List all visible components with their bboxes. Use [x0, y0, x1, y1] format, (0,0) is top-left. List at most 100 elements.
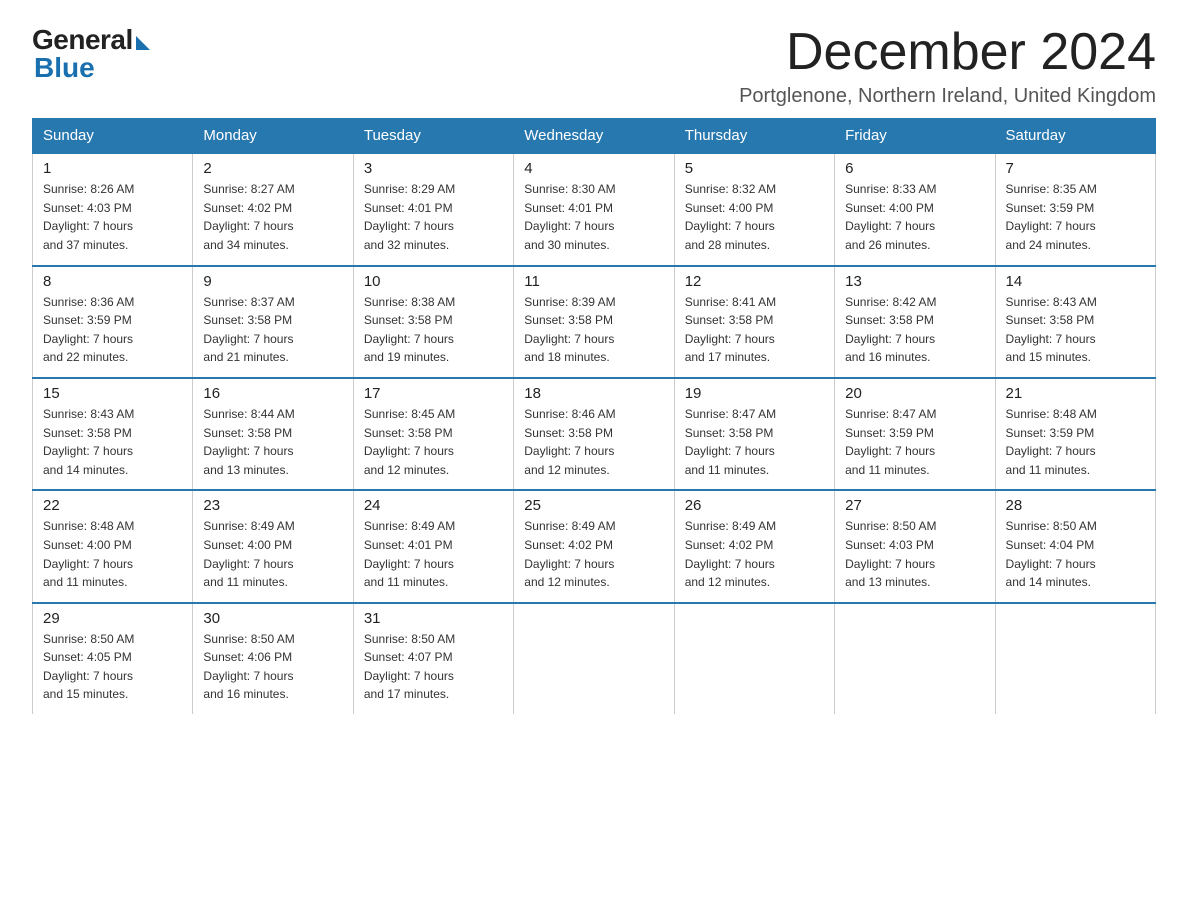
calendar-cell: 26Sunrise: 8:49 AMSunset: 4:02 PMDayligh…	[674, 490, 834, 602]
calendar-cell: 13Sunrise: 8:42 AMSunset: 3:58 PMDayligh…	[835, 266, 995, 378]
page-header: General Blue December 2024 Portglenone, …	[32, 24, 1156, 108]
day-number: 10	[364, 273, 503, 290]
day-number: 17	[364, 385, 503, 402]
weekday-header-monday: Monday	[193, 119, 353, 154]
weekday-header-row: SundayMondayTuesdayWednesdayThursdayFrid…	[33, 119, 1156, 154]
day-number: 15	[43, 385, 182, 402]
title-block: December 2024 Portglenone, Northern Irel…	[739, 24, 1156, 108]
calendar-cell: 11Sunrise: 8:39 AMSunset: 3:58 PMDayligh…	[514, 266, 674, 378]
calendar-cell	[514, 603, 674, 714]
calendar-cell: 27Sunrise: 8:50 AMSunset: 4:03 PMDayligh…	[835, 490, 995, 602]
calendar-cell: 24 Sunrise: 8:49 AMSunset: 4:01 PMDayligh…	[353, 490, 513, 602]
calendar-cell: 2 Sunrise: 8:27 AMSunset: 4:02 PMDaylight…	[193, 153, 353, 265]
calendar-cell: 20Sunrise: 8:47 AMSunset: 3:59 PMDayligh…	[835, 378, 995, 490]
calendar-cell: 14 Sunrise: 8:43 AMSunset: 3:58 PMDayligh…	[995, 266, 1155, 378]
calendar-cell	[995, 603, 1155, 714]
day-info: Sunrise: 8:46 AMSunset: 3:58 PMDaylight:…	[524, 405, 663, 479]
calendar-cell: 1Sunrise: 8:26 AMSunset: 4:03 PMDaylight…	[33, 153, 193, 265]
calendar-cell: 6 Sunrise: 8:33 AMSunset: 4:00 PMDaylight…	[835, 153, 995, 265]
day-number: 7	[1006, 160, 1145, 177]
calendar-cell: 3 Sunrise: 8:29 AMSunset: 4:01 PMDaylight…	[353, 153, 513, 265]
day-number: 29	[43, 610, 182, 627]
day-info: Sunrise: 8:45 AMSunset: 3:58 PMDaylight:…	[364, 405, 503, 479]
calendar-cell: 17 Sunrise: 8:45 AMSunset: 3:58 PMDayligh…	[353, 378, 513, 490]
day-info: Sunrise: 8:50 AMSunset: 4:07 PMDaylight:…	[364, 630, 503, 704]
day-info: Sunrise: 8:48 AMSunset: 4:00 PMDaylight:…	[43, 517, 182, 591]
day-info: Sunrise: 8:42 AMSunset: 3:58 PMDaylight:…	[845, 293, 984, 367]
calendar-cell: 29 Sunrise: 8:50 AMSunset: 4:05 PMDayligh…	[33, 603, 193, 714]
day-number: 19	[685, 385, 824, 402]
calendar-cell: 22Sunrise: 8:48 AMSunset: 4:00 PMDayligh…	[33, 490, 193, 602]
day-info: Sunrise: 8:44 AMSunset: 3:58 PMDaylight:…	[203, 405, 342, 479]
calendar-cell: 5 Sunrise: 8:32 AMSunset: 4:00 PMDaylight…	[674, 153, 834, 265]
weekday-header-tuesday: Tuesday	[353, 119, 513, 154]
week-row-3: 15 Sunrise: 8:43 AMSunset: 3:58 PMDayligh…	[33, 378, 1156, 490]
day-info: Sunrise: 8:32 AMSunset: 4:00 PMDaylight:…	[685, 180, 824, 254]
day-number: 12	[685, 273, 824, 290]
weekday-header-thursday: Thursday	[674, 119, 834, 154]
day-number: 1	[43, 160, 182, 177]
calendar-cell: 9Sunrise: 8:37 AMSunset: 3:58 PMDaylight…	[193, 266, 353, 378]
day-number: 23	[203, 497, 342, 514]
day-info: Sunrise: 8:30 AMSunset: 4:01 PMDaylight:…	[524, 180, 663, 254]
day-info: Sunrise: 8:41 AMSunset: 3:58 PMDaylight:…	[685, 293, 824, 367]
calendar-cell: 28 Sunrise: 8:50 AMSunset: 4:04 PMDayligh…	[995, 490, 1155, 602]
calendar-cell: 21 Sunrise: 8:48 AMSunset: 3:59 PMDayligh…	[995, 378, 1155, 490]
week-row-5: 29 Sunrise: 8:50 AMSunset: 4:05 PMDayligh…	[33, 603, 1156, 714]
day-number: 21	[1006, 385, 1145, 402]
day-info: Sunrise: 8:38 AMSunset: 3:58 PMDaylight:…	[364, 293, 503, 367]
day-number: 2	[203, 160, 342, 177]
calendar-cell: 15 Sunrise: 8:43 AMSunset: 3:58 PMDayligh…	[33, 378, 193, 490]
day-number: 27	[845, 497, 984, 514]
calendar-cell: 10 Sunrise: 8:38 AMSunset: 3:58 PMDayligh…	[353, 266, 513, 378]
day-info: Sunrise: 8:35 AMSunset: 3:59 PMDaylight:…	[1006, 180, 1145, 254]
day-info: Sunrise: 8:50 AMSunset: 4:05 PMDaylight:…	[43, 630, 182, 704]
day-info: Sunrise: 8:43 AMSunset: 3:58 PMDaylight:…	[1006, 293, 1145, 367]
day-info: Sunrise: 8:33 AMSunset: 4:00 PMDaylight:…	[845, 180, 984, 254]
day-info: Sunrise: 8:47 AMSunset: 3:58 PMDaylight:…	[685, 405, 824, 479]
day-number: 6	[845, 160, 984, 177]
day-info: Sunrise: 8:29 AMSunset: 4:01 PMDaylight:…	[364, 180, 503, 254]
day-info: Sunrise: 8:37 AMSunset: 3:58 PMDaylight:…	[203, 293, 342, 367]
day-info: Sunrise: 8:36 AMSunset: 3:59 PMDaylight:…	[43, 293, 182, 367]
week-row-2: 8Sunrise: 8:36 AMSunset: 3:59 PMDaylight…	[33, 266, 1156, 378]
day-number: 3	[364, 160, 503, 177]
day-info: Sunrise: 8:49 AMSunset: 4:02 PMDaylight:…	[524, 517, 663, 591]
day-info: Sunrise: 8:48 AMSunset: 3:59 PMDaylight:…	[1006, 405, 1145, 479]
day-info: Sunrise: 8:47 AMSunset: 3:59 PMDaylight:…	[845, 405, 984, 479]
day-number: 16	[203, 385, 342, 402]
calendar-cell: 8Sunrise: 8:36 AMSunset: 3:59 PMDaylight…	[33, 266, 193, 378]
week-row-1: 1Sunrise: 8:26 AMSunset: 4:03 PMDaylight…	[33, 153, 1156, 265]
weekday-header-wednesday: Wednesday	[514, 119, 674, 154]
logo-blue-text: Blue	[34, 52, 95, 84]
day-number: 18	[524, 385, 663, 402]
day-number: 14	[1006, 273, 1145, 290]
day-info: Sunrise: 8:49 AMSunset: 4:02 PMDaylight:…	[685, 517, 824, 591]
location-text: Portglenone, Northern Ireland, United Ki…	[739, 85, 1156, 108]
calendar-cell: 23 Sunrise: 8:49 AMSunset: 4:00 PMDayligh…	[193, 490, 353, 602]
calendar-cell: 16 Sunrise: 8:44 AMSunset: 3:58 PMDayligh…	[193, 378, 353, 490]
day-info: Sunrise: 8:49 AMSunset: 4:00 PMDaylight:…	[203, 517, 342, 591]
day-number: 11	[524, 273, 663, 290]
day-number: 31	[364, 610, 503, 627]
week-row-4: 22Sunrise: 8:48 AMSunset: 4:00 PMDayligh…	[33, 490, 1156, 602]
calendar-cell: 4 Sunrise: 8:30 AMSunset: 4:01 PMDaylight…	[514, 153, 674, 265]
day-number: 24	[364, 497, 503, 514]
day-info: Sunrise: 8:50 AMSunset: 4:04 PMDaylight:…	[1006, 517, 1145, 591]
calendar-cell	[674, 603, 834, 714]
calendar-cell: 25Sunrise: 8:49 AMSunset: 4:02 PMDayligh…	[514, 490, 674, 602]
calendar-cell	[835, 603, 995, 714]
calendar-cell: 19 Sunrise: 8:47 AMSunset: 3:58 PMDayligh…	[674, 378, 834, 490]
weekday-header-friday: Friday	[835, 119, 995, 154]
calendar-cell: 31 Sunrise: 8:50 AMSunset: 4:07 PMDayligh…	[353, 603, 513, 714]
calendar-cell: 12 Sunrise: 8:41 AMSunset: 3:58 PMDayligh…	[674, 266, 834, 378]
day-number: 28	[1006, 497, 1145, 514]
day-info: Sunrise: 8:49 AMSunset: 4:01 PMDaylight:…	[364, 517, 503, 591]
day-number: 4	[524, 160, 663, 177]
calendar-table: SundayMondayTuesdayWednesdayThursdayFrid…	[32, 118, 1156, 714]
day-number: 30	[203, 610, 342, 627]
day-info: Sunrise: 8:27 AMSunset: 4:02 PMDaylight:…	[203, 180, 342, 254]
day-number: 5	[685, 160, 824, 177]
day-info: Sunrise: 8:43 AMSunset: 3:58 PMDaylight:…	[43, 405, 182, 479]
logo: General Blue	[32, 24, 150, 84]
